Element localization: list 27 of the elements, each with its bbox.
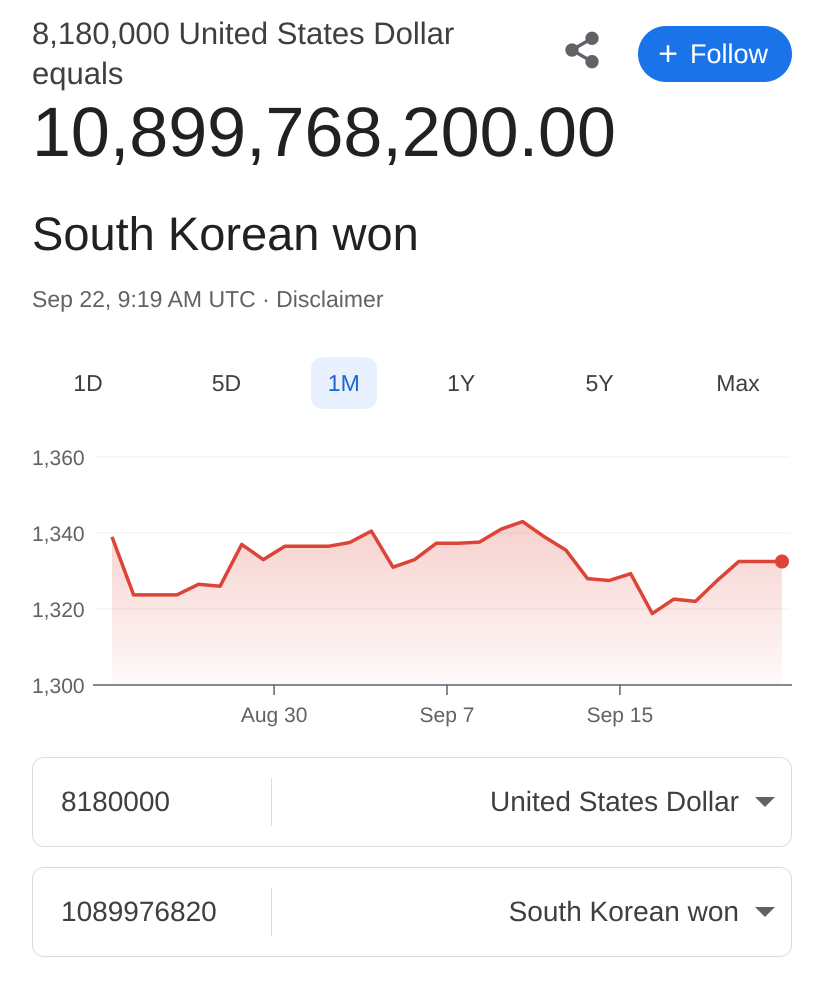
amount-input[interactable]: 1089976820: [61, 896, 271, 928]
x-axis-label: Sep 15: [586, 704, 654, 727]
currency-dropdown[interactable]: South Korean won: [272, 896, 775, 928]
y-axis-label: 1,300: [32, 675, 85, 698]
amount-input[interactable]: 8180000: [61, 786, 271, 818]
range-tab[interactable]: 1M: [310, 357, 377, 409]
equals-text: equals: [32, 55, 124, 93]
target-currency-text: South Korean won: [32, 206, 420, 262]
range-tab[interactable]: 1D: [34, 357, 142, 409]
y-axis-label: 1,360: [32, 447, 85, 470]
y-axis-label: 1,320: [32, 599, 85, 622]
currency-dropdown[interactable]: United States Dollar: [272, 786, 775, 818]
disclaimer-link[interactable]: Disclaimer: [276, 286, 384, 312]
y-axis-label: 1,340: [32, 523, 85, 546]
converted-amount: 10,899,768,200.00: [32, 92, 617, 173]
timestamp-text: Sep 22, 9:19 AM UTC ·: [32, 286, 271, 312]
follow-button[interactable]: + Follow: [638, 26, 792, 82]
range-tab[interactable]: 5Y: [546, 357, 654, 409]
current-point: [775, 554, 789, 568]
caret-icon: [755, 907, 775, 917]
x-axis-label: Sep 7: [420, 704, 474, 727]
caret-icon: [755, 797, 775, 807]
range-tab[interactable]: Max: [684, 357, 792, 409]
range-tab[interactable]: 1Y: [407, 357, 516, 409]
range-tab[interactable]: 5D: [172, 357, 280, 409]
conversion-source-text: 8,180,000 United States Dollar: [32, 15, 456, 53]
x-axis-label: Aug 30: [240, 704, 308, 727]
